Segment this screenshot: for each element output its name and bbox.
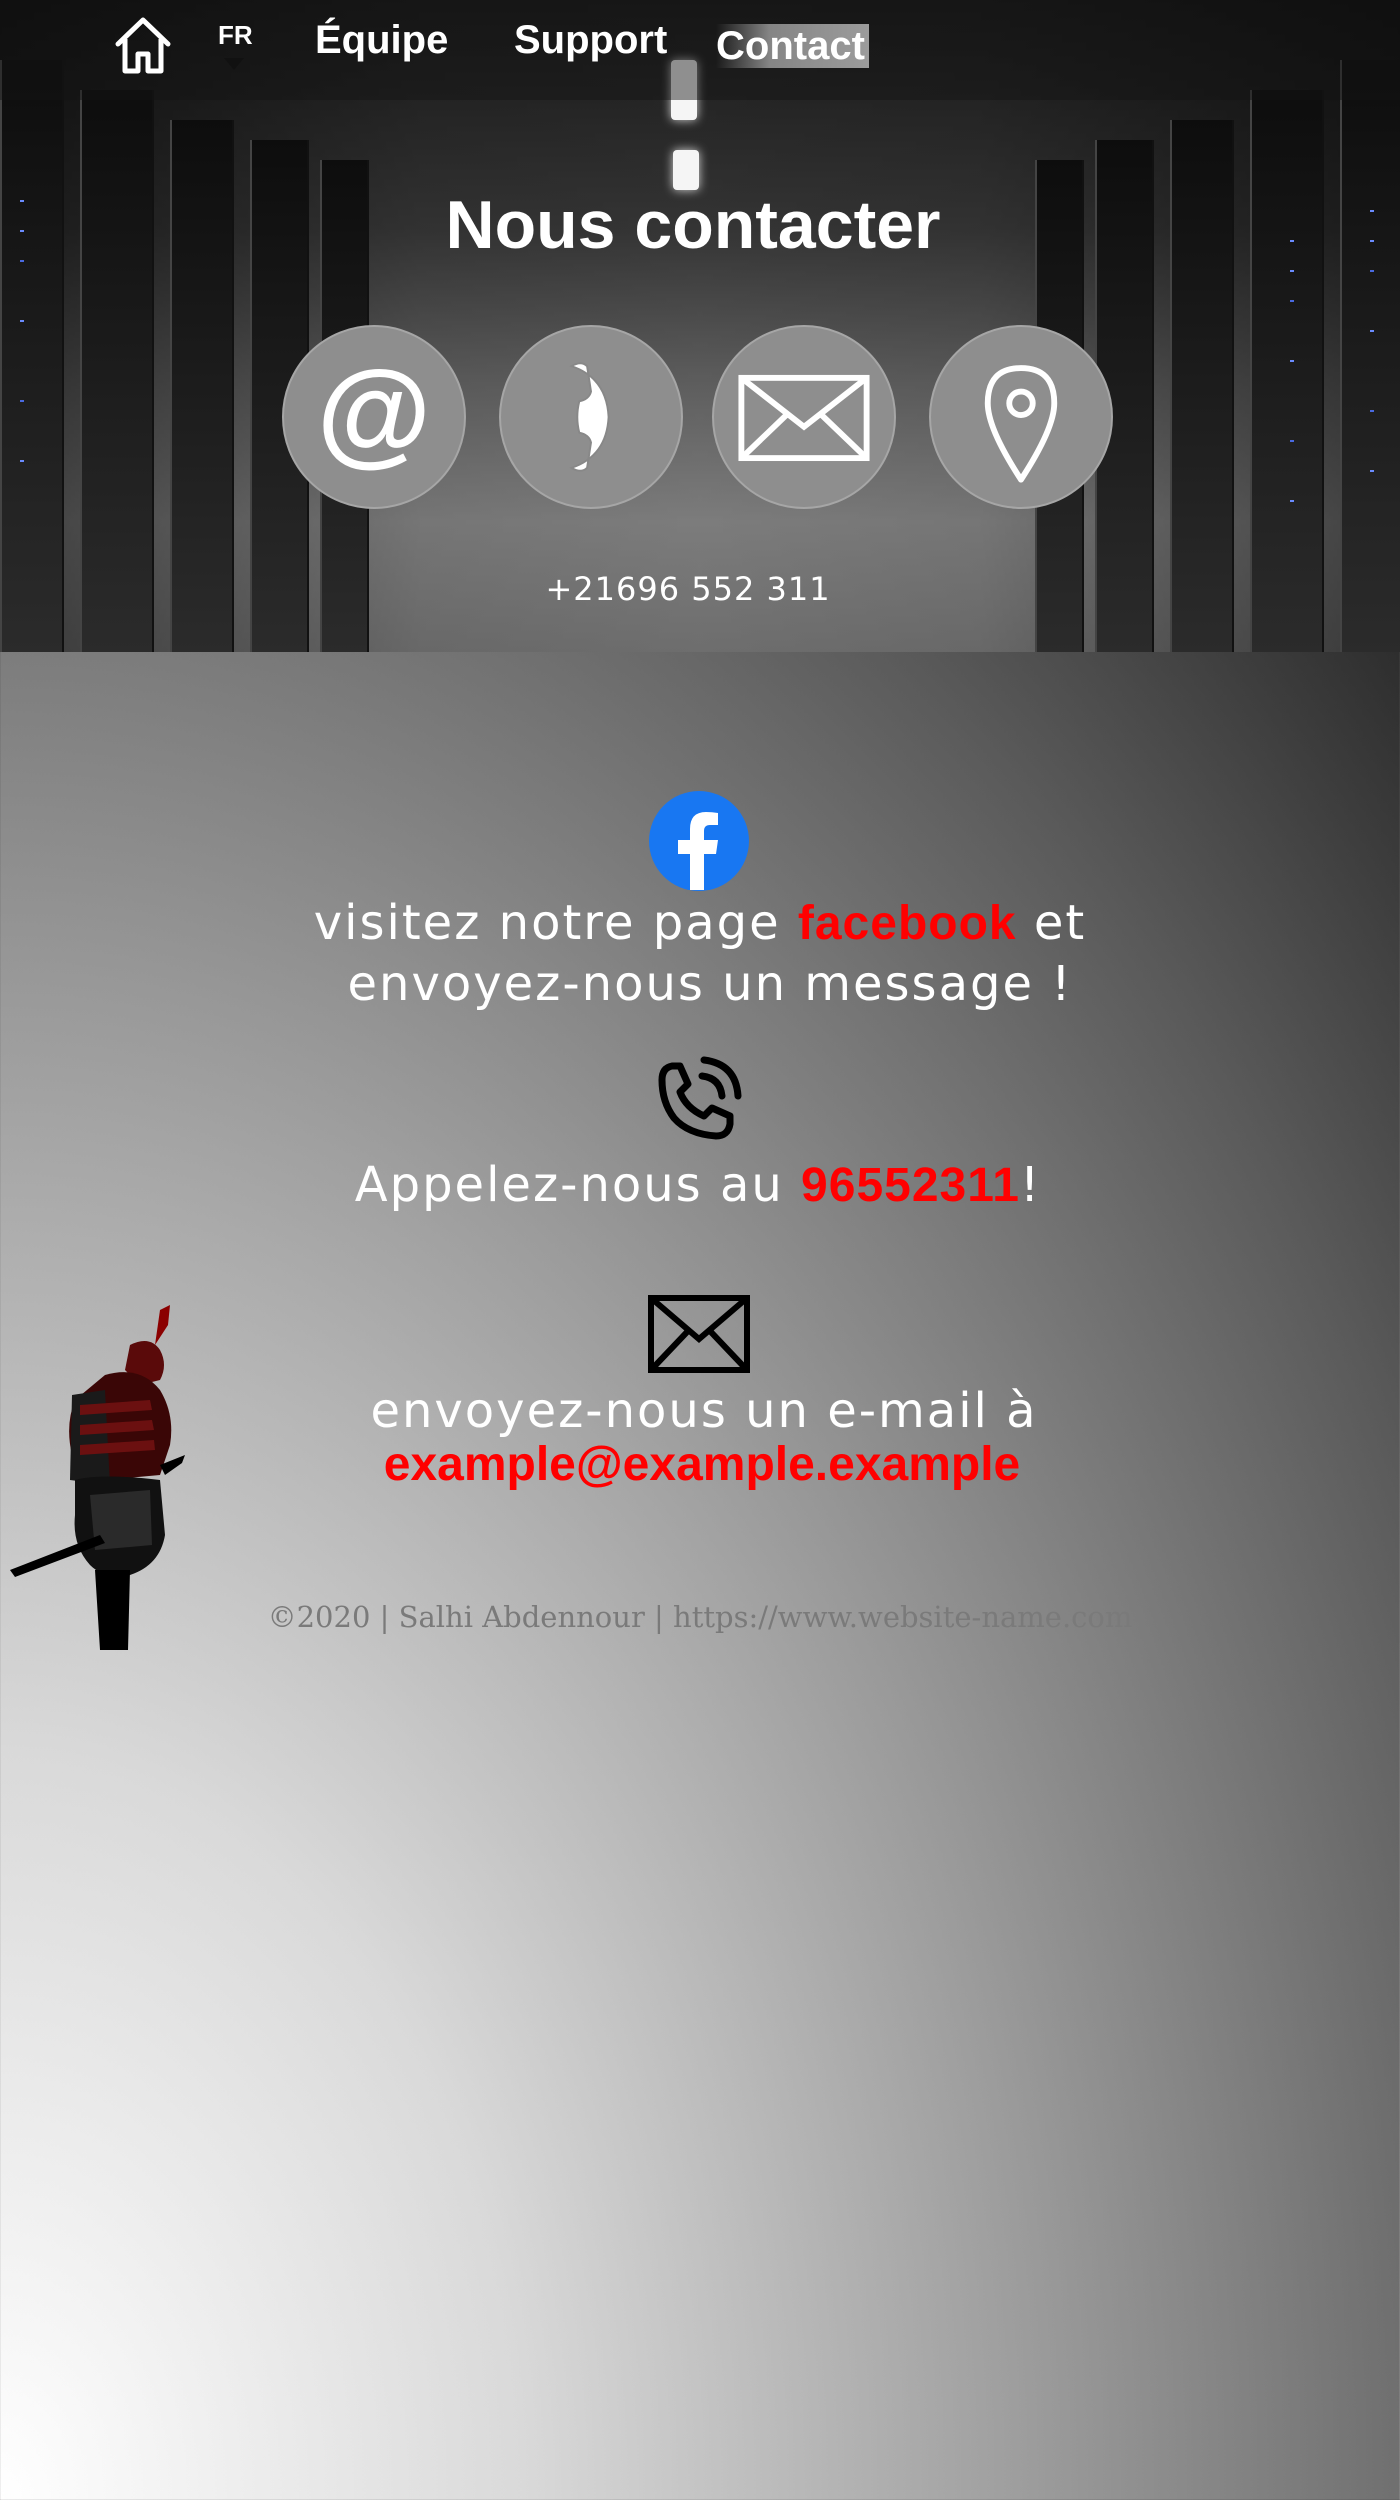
location-pin-icon	[984, 365, 1058, 483]
facebook-page-link[interactable]: facebook	[798, 897, 1017, 950]
call-phone-number[interactable]: 96552311	[801, 1159, 1020, 1212]
page-title: Nous contacter	[445, 187, 941, 263]
location-contact-button[interactable]	[929, 325, 1113, 509]
phone-contact-button[interactable]	[499, 325, 683, 509]
samurai-silhouette-image	[10, 1305, 190, 1650]
phone-icon	[569, 362, 610, 472]
home-icon	[115, 17, 171, 74]
facebook-icon	[649, 791, 749, 891]
nav-link-support[interactable]: Support	[514, 18, 667, 63]
phone-icon	[658, 1056, 742, 1140]
chevron-down-icon[interactable]	[224, 58, 244, 70]
svg-text:@: @	[317, 346, 431, 477]
call-message: Appelez-nous au 96552311!	[0, 1155, 1398, 1216]
server-rack-decoration	[80, 90, 154, 652]
server-rack-decoration	[1250, 90, 1324, 652]
samurai-silhouette-graphic	[10, 1305, 185, 1650]
nav-link-equipe[interactable]: Équipe	[315, 18, 448, 63]
email-icon-wrapper	[648, 1295, 750, 1373]
facebook-link[interactable]	[648, 790, 750, 892]
phone-call-icon-wrapper	[648, 1052, 746, 1150]
at-sign-icon: @	[317, 346, 431, 477]
email-message: envoyez-nous un e-mail à example@example…	[4, 1383, 1400, 1491]
envelope-icon	[648, 1295, 750, 1373]
footer-copyright: ©2020 | Salhi Abdennour | https://www.we…	[267, 1600, 1133, 1634]
facebook-text-line2: envoyez-nous un message !	[347, 956, 1073, 1012]
envelope-icon	[738, 374, 870, 462]
email-text: envoyez-nous un e-mail à	[370, 1383, 1038, 1439]
facebook-text-before: visitez notre page	[313, 895, 798, 951]
nav-link-contact-label: Contact	[716, 24, 869, 68]
server-rack-decoration	[1340, 60, 1400, 652]
navbar: FR Équipe Support Contact	[0, 0, 1400, 100]
call-text-after: !	[1019, 1157, 1042, 1213]
language-selector[interactable]: FR	[218, 20, 253, 51]
facebook-message: visitez notre page facebook et envoyez-n…	[0, 893, 1400, 1014]
hero-phone-number: +21696 552 311	[545, 570, 831, 608]
facebook-text-after: et	[1016, 895, 1087, 951]
email-address-link[interactable]: example@example.example	[0, 1439, 1400, 1491]
home-link[interactable]	[112, 14, 174, 76]
ceiling-light-decoration	[673, 150, 699, 190]
nav-link-contact[interactable]: Contact	[716, 24, 869, 69]
hero-banner: FR Équipe Support Contact Nous contacter…	[0, 0, 1400, 652]
email-contact-button[interactable]: @	[282, 325, 466, 509]
mail-contact-button[interactable]	[712, 325, 896, 509]
server-rack-decoration	[0, 60, 64, 652]
call-text-before: Appelez-nous au	[354, 1157, 802, 1213]
